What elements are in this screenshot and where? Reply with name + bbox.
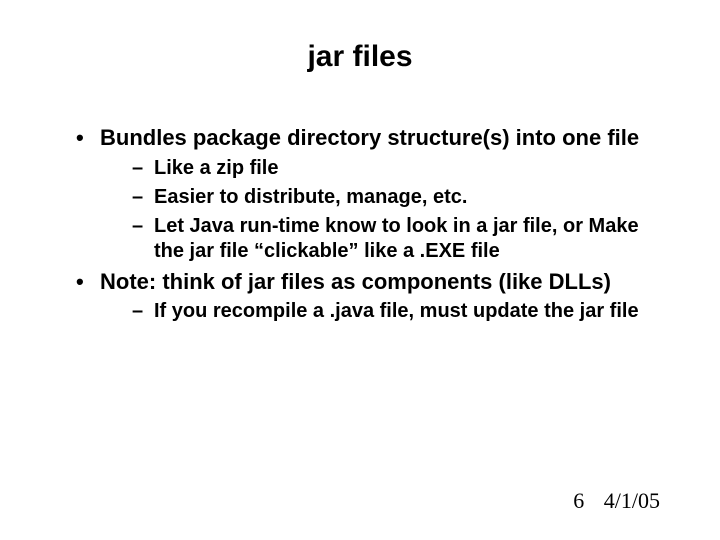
bullet-text: Bundles package directory structure(s) i…: [100, 125, 639, 150]
slide: jar files Bundles package directory stru…: [0, 0, 720, 540]
sub-bullet-item: If you recompile a .java file, must upda…: [130, 299, 670, 324]
sub-bullet-item: Like a zip file: [130, 156, 670, 181]
sub-bullet-text: Like a zip file: [154, 157, 278, 179]
bullet-item: Bundles package directory structure(s) i…: [70, 124, 670, 264]
sub-bullet-item: Let Java run-time know to look in a jar …: [130, 214, 670, 264]
page-number: 6: [573, 488, 584, 513]
sub-bullet-list: If you recompile a .java file, must upda…: [130, 299, 670, 324]
slide-content: Bundles package directory structure(s) i…: [50, 124, 670, 324]
sub-bullet-text: If you recompile a .java file, must upda…: [154, 300, 639, 322]
bullet-list: Bundles package directory structure(s) i…: [70, 124, 670, 324]
slide-footer: 6 4/1/05: [573, 488, 660, 514]
sub-bullet-text: Let Java run-time know to look in a jar …: [154, 215, 639, 262]
bullet-item: Note: think of jar files as components (…: [70, 268, 670, 325]
sub-bullet-list: Like a zip file Easier to distribute, ma…: [130, 156, 670, 264]
sub-bullet-item: Easier to distribute, manage, etc.: [130, 185, 670, 210]
footer-date: 4/1/05: [604, 488, 660, 513]
bullet-text: Note: think of jar files as components (…: [100, 269, 611, 294]
slide-title: jar files: [50, 40, 670, 74]
sub-bullet-text: Easier to distribute, manage, etc.: [154, 186, 467, 208]
